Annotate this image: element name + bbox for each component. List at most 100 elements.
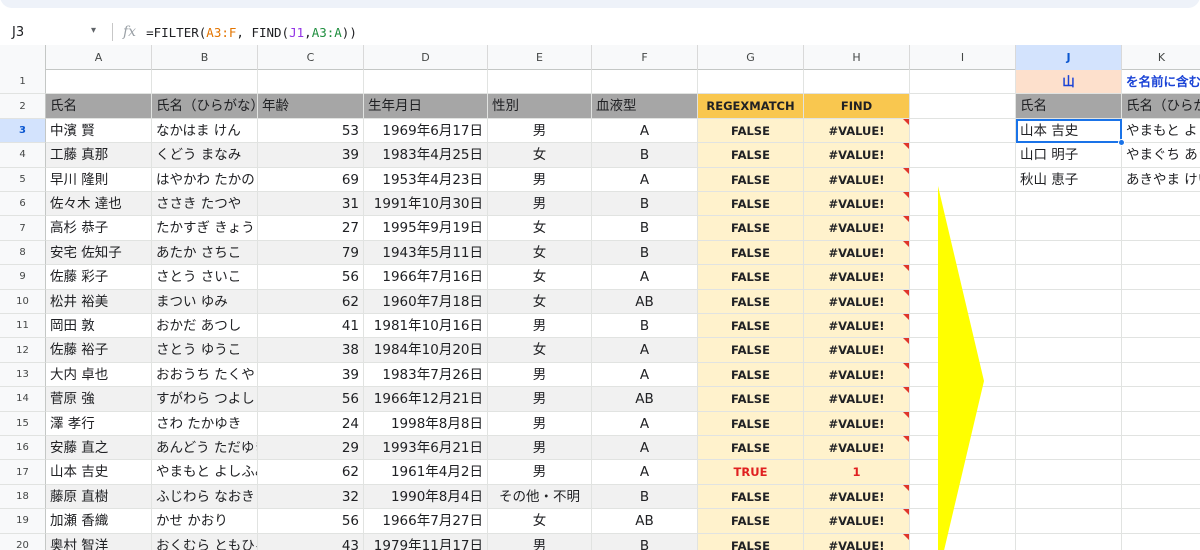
- table-cell-name[interactable]: 藤原 直樹: [46, 484, 152, 510]
- table-cell-blood[interactable]: A: [592, 460, 698, 485]
- table-cell-age[interactable]: 27: [258, 216, 364, 241]
- row-header-2[interactable]: 2: [0, 94, 46, 119]
- cell-e1[interactable]: [488, 70, 592, 95]
- table-cell-birth[interactable]: 1995年9月19日: [364, 216, 488, 241]
- row-header-12[interactable]: 12: [0, 338, 46, 363]
- regexmatch-result-cell[interactable]: FALSE: [698, 533, 804, 550]
- row-header-19[interactable]: 19: [0, 509, 46, 534]
- table-cell-empty[interactable]: [1016, 338, 1122, 363]
- column-header-f[interactable]: F: [592, 45, 698, 70]
- filter-result-name[interactable]: 秋山 恵子: [1016, 167, 1122, 192]
- header-regexmatch[interactable]: REGEXMATCH: [698, 94, 804, 119]
- header-gender[interactable]: 性別: [488, 94, 592, 119]
- table-cell-gender[interactable]: 女: [488, 338, 592, 363]
- table-cell-empty[interactable]: [1122, 485, 1200, 510]
- search-term-cell[interactable]: 山: [1016, 70, 1122, 95]
- table-cell-empty[interactable]: [1016, 436, 1122, 461]
- cell-f1[interactable]: [592, 70, 698, 95]
- table-cell-kana[interactable]: なかはま けん: [152, 118, 258, 144]
- table-cell-blood[interactable]: A: [592, 436, 698, 461]
- table-cell-gender[interactable]: 女: [488, 265, 592, 290]
- find-result-cell[interactable]: #VALUE!: [804, 167, 910, 192]
- filter-result-name[interactable]: 山口 明子: [1016, 143, 1122, 168]
- result-header-kana[interactable]: 氏名（ひらがな）: [1122, 94, 1200, 119]
- table-cell-empty[interactable]: [1122, 436, 1200, 461]
- table-cell-blood[interactable]: A: [592, 167, 698, 192]
- column-header-k[interactable]: K: [1122, 45, 1200, 70]
- table-cell-empty[interactable]: [1122, 509, 1200, 534]
- row-header-20[interactable]: 20: [0, 533, 46, 550]
- find-result-cell[interactable]: #VALUE!: [804, 216, 910, 241]
- row-header-10[interactable]: 10: [0, 289, 46, 314]
- table-cell-birth[interactable]: 1983年7月26日: [364, 362, 488, 388]
- table-cell-name[interactable]: 安宅 佐知子: [46, 240, 152, 266]
- cell-i1[interactable]: [910, 70, 1016, 95]
- table-cell-birth[interactable]: 1943年5月11日: [364, 240, 488, 266]
- table-cell-blood[interactable]: B: [592, 314, 698, 339]
- table-cell-age[interactable]: 41: [258, 314, 364, 339]
- column-header-d[interactable]: D: [364, 45, 488, 70]
- find-result-cell[interactable]: #VALUE!: [804, 118, 910, 144]
- table-cell-age[interactable]: 79: [258, 240, 364, 266]
- table-cell-empty[interactable]: [1016, 192, 1122, 217]
- result-header-name[interactable]: 氏名: [1016, 94, 1122, 119]
- table-cell-name[interactable]: 奥村 智洋: [46, 533, 152, 550]
- table-cell-empty[interactable]: [1122, 314, 1200, 339]
- cell-h1[interactable]: [804, 70, 910, 95]
- table-cell-age[interactable]: 38: [258, 338, 364, 363]
- table-cell-age[interactable]: 39: [258, 362, 364, 388]
- find-result-cell[interactable]: 1: [804, 460, 910, 485]
- column-header-a[interactable]: A: [46, 45, 152, 70]
- name-box[interactable]: J3 ▾: [0, 21, 98, 43]
- table-cell-blood[interactable]: A: [592, 362, 698, 388]
- table-cell-name[interactable]: 澤 孝行: [46, 411, 152, 436]
- table-cell-blood[interactable]: A: [592, 411, 698, 436]
- row-header-4[interactable]: 4: [0, 143, 46, 168]
- table-cell-kana[interactable]: まつい ゆみ: [152, 289, 258, 314]
- search-label-cell[interactable]: を名前に含む: [1122, 70, 1200, 95]
- table-cell-empty[interactable]: [1016, 411, 1122, 436]
- table-cell-age[interactable]: 69: [258, 167, 364, 192]
- table-cell-age[interactable]: 32: [258, 484, 364, 510]
- table-cell-birth[interactable]: 1966年7月16日: [364, 265, 488, 290]
- row-header-15[interactable]: 15: [0, 411, 46, 436]
- table-cell-kana[interactable]: はやかわ たかのり: [152, 167, 258, 192]
- table-cell-empty[interactable]: [1016, 240, 1122, 266]
- row-header-1[interactable]: 1: [0, 70, 46, 95]
- select-all-corner[interactable]: [0, 45, 46, 70]
- row-header-16[interactable]: 16: [0, 436, 46, 461]
- table-cell-kana[interactable]: さわ たかゆき: [152, 411, 258, 436]
- table-cell-name[interactable]: 松井 裕美: [46, 289, 152, 314]
- table-cell-birth[interactable]: 1960年7月18日: [364, 289, 488, 314]
- table-cell-name[interactable]: 山本 吉史: [46, 460, 152, 485]
- table-cell-empty[interactable]: [1122, 241, 1200, 266]
- table-cell-kana[interactable]: おかだ あつし: [152, 314, 258, 339]
- cell-d1[interactable]: [364, 70, 488, 95]
- table-cell-empty[interactable]: [1016, 484, 1122, 510]
- find-result-cell[interactable]: #VALUE!: [804, 411, 910, 436]
- table-cell-blood[interactable]: AB: [592, 509, 698, 534]
- table-cell-birth[interactable]: 1969年6月17日: [364, 118, 488, 144]
- table-cell-empty[interactable]: [910, 143, 1016, 168]
- column-header-c[interactable]: C: [258, 45, 364, 70]
- table-cell-empty[interactable]: [1122, 290, 1200, 314]
- table-cell-blood[interactable]: AB: [592, 387, 698, 412]
- table-cell-age[interactable]: 56: [258, 265, 364, 290]
- header-age[interactable]: 年齢: [258, 94, 364, 119]
- row-header-17[interactable]: 17: [0, 460, 46, 485]
- table-cell-blood[interactable]: B: [592, 216, 698, 241]
- table-cell-name[interactable]: 中濱 賢: [46, 118, 152, 144]
- regexmatch-result-cell[interactable]: FALSE: [698, 118, 804, 144]
- table-cell-empty[interactable]: [1016, 265, 1122, 290]
- find-result-cell[interactable]: #VALUE!: [804, 240, 910, 266]
- row-header-11[interactable]: 11: [0, 314, 46, 339]
- table-cell-name[interactable]: 佐々木 達也: [46, 192, 152, 217]
- table-cell-name[interactable]: 安藤 直之: [46, 436, 152, 461]
- regexmatch-result-cell[interactable]: FALSE: [698, 436, 804, 461]
- table-cell-birth[interactable]: 1991年10月30日: [364, 192, 488, 217]
- table-cell-gender[interactable]: 男: [488, 436, 592, 461]
- table-cell-kana[interactable]: ささき たつや: [152, 192, 258, 217]
- table-cell-gender[interactable]: その他・不明: [488, 484, 592, 510]
- filter-result-name[interactable]: 山本 吉史: [1016, 118, 1122, 144]
- regexmatch-result-cell[interactable]: FALSE: [698, 192, 804, 217]
